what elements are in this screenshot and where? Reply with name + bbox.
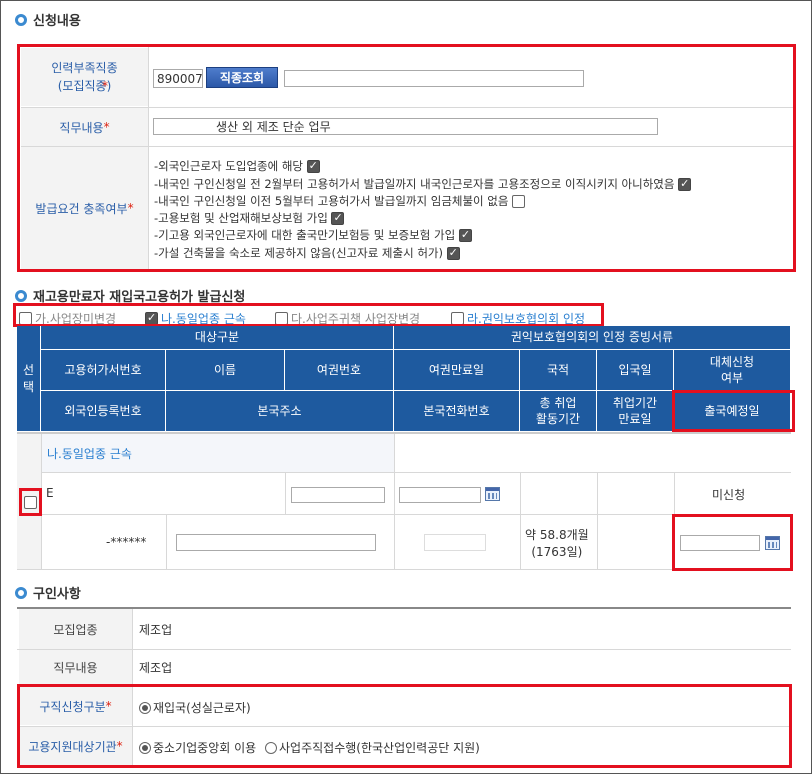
bullet-icon: [15, 289, 27, 302]
industry-label: 모집업종: [19, 609, 132, 649]
col-proof: 권익보호협의회의 인정 증빙서류: [394, 326, 791, 350]
row-select-checkbox[interactable]: [24, 496, 37, 509]
replace-status: 미신청: [712, 488, 746, 502]
duty-label-2: 직무내용: [19, 650, 132, 685]
passport-exp-input[interactable]: [399, 487, 481, 503]
col-work-exp: 취업기간 만료일: [597, 391, 674, 432]
col-nationality: 국적: [520, 350, 597, 391]
col-home-addr: 본국주소: [166, 391, 394, 432]
col-alien-reg: 외국인등록번호: [41, 391, 166, 432]
col-home-phone: 본국전화번호: [394, 391, 520, 432]
total-work-value: 약 58.8개월 (1763일): [525, 528, 589, 559]
section-title-job-offer: 구인사항: [15, 583, 81, 602]
col-total-work: 총 취업 활동기간: [520, 391, 597, 432]
col-entry-date: 입국일: [597, 350, 674, 391]
highlight-box: [13, 303, 604, 327]
permit-no-value: E: [46, 486, 54, 500]
highlight-box: [17, 44, 796, 272]
highlight-box: [17, 684, 792, 768]
home-phone-input[interactable]: [424, 534, 486, 551]
highlight-box: [672, 514, 793, 571]
group-row: 나.동일업종 근속: [41, 434, 394, 472]
col-passport-exp: 여권만료일: [394, 350, 520, 391]
calendar-icon[interactable]: [485, 487, 500, 501]
highlight-box: [672, 390, 795, 432]
bullet-icon: [15, 13, 27, 26]
passport-no-input[interactable]: [291, 487, 385, 503]
col-replace: 대체신청 여부: [674, 350, 791, 391]
col-select: 선 택: [17, 326, 41, 432]
section-title-application: 신청내용: [15, 10, 81, 29]
alien-reg-value: -******: [106, 535, 147, 549]
industry-value: 제조업: [139, 623, 173, 637]
bullet-icon: [15, 586, 27, 599]
col-target: 대상구분: [41, 326, 394, 350]
duty-value-2: 제조업: [139, 661, 173, 675]
col-permit-no: 고용허가서번호: [41, 350, 166, 391]
home-addr-input[interactable]: [176, 534, 376, 551]
col-passport-no: 여권번호: [285, 350, 394, 391]
col-name: 이름: [166, 350, 285, 391]
